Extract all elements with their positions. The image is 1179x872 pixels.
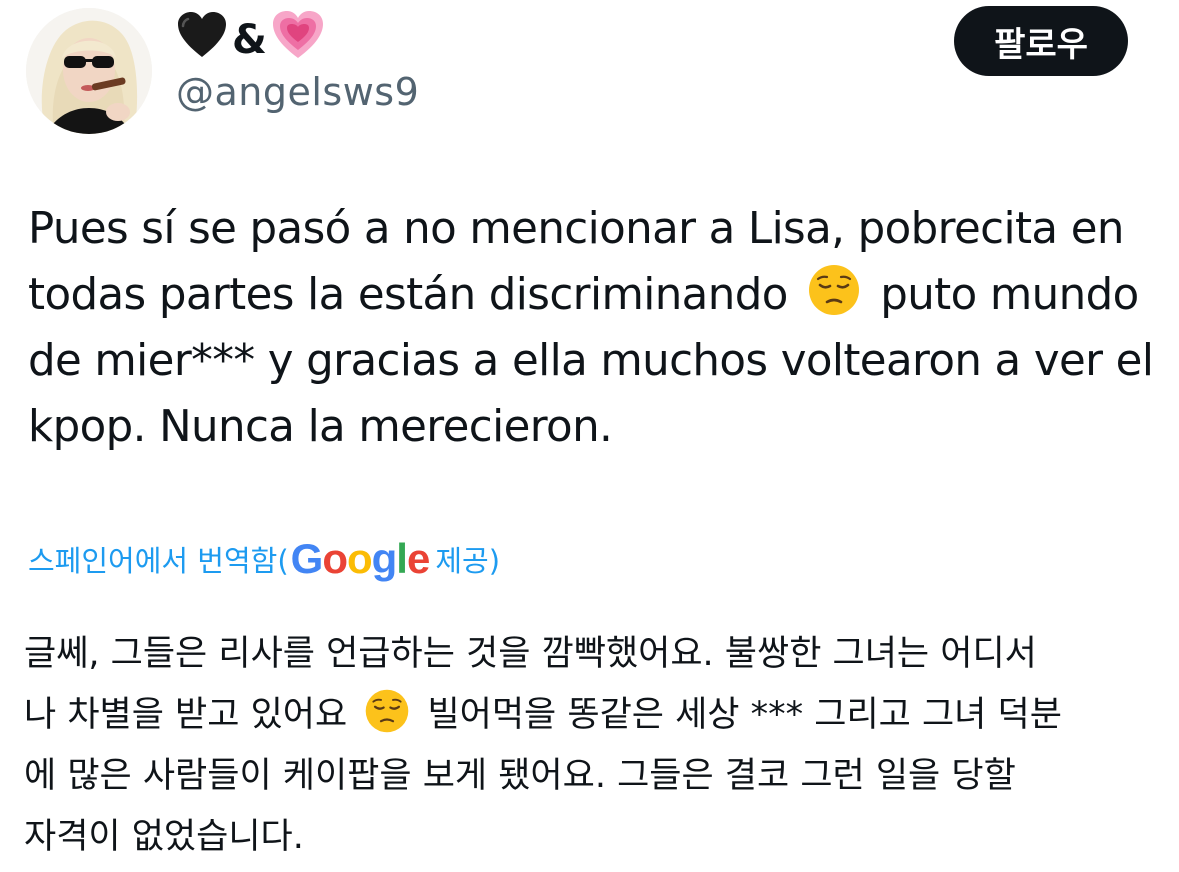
- tweet-line-segment: todas partes la están discriminando: [28, 270, 801, 320]
- translated-from-link[interactable]: 스페인어에서 번역함(: [28, 538, 289, 580]
- pensive-face-icon: [366, 689, 409, 733]
- translated-line: 자격이 없었습니다.: [24, 817, 304, 857]
- tweet-line: Pues sí se pasó a no mencionar a Lisa, p…: [28, 204, 1124, 254]
- tweet-line: todas partes la están discriminando puto…: [28, 262, 1153, 328]
- translation-provider-suffix: 제공): [435, 544, 501, 578]
- translation-attribution: 스페인어에서 번역함( Google 제공): [28, 528, 500, 590]
- tweet-line: de mier*** y gracias a ella muchos volte…: [28, 336, 1154, 386]
- translated-line: 에 많은 사람들이 케이팝을 보게 됐어요. 그들은 결코 그런 일을 당할: [24, 756, 1016, 796]
- pensive-face-icon: [808, 265, 859, 315]
- tweet-header: & @angelsws9 팔로우: [0, 0, 1179, 140]
- follow-button[interactable]: 팔로우: [954, 6, 1128, 76]
- author-handle[interactable]: @angelsws9: [176, 70, 419, 114]
- black-heart-icon: [176, 11, 228, 69]
- display-name-ampersand: &: [232, 17, 267, 63]
- avatar[interactable]: [26, 8, 152, 134]
- tweet-line-segment: puto mundo: [866, 270, 1139, 320]
- google-logo: Google: [290, 535, 431, 582]
- growing-heart-icon: [271, 10, 325, 70]
- translated-text: 글쎄, 그들은 리사를 언급하는 것을 깜빡했어요. 불쌍한 그녀는 어디서 나…: [24, 624, 1154, 868]
- profile-photo-icon: [26, 8, 152, 134]
- translated-line-segment: 빌어먹을 똥같은 세상 *** 그리고 그녀 덕분: [416, 695, 1062, 735]
- tweet-text: Pues sí se pasó a no mencionar a Lisa, p…: [28, 196, 1154, 460]
- translated-line: 나 차별을 받고 있어요 빌어먹을 똥같은 세상 *** 그리고 그녀 덕분: [24, 685, 1154, 746]
- author-display-name[interactable]: &: [176, 10, 325, 70]
- tweet-line: kpop. Nunca la merecieron.: [28, 402, 613, 452]
- translated-line: 글쎄, 그들은 리사를 언급하는 것을 깜빡했어요. 불쌍한 그녀는 어디서: [24, 634, 1037, 674]
- translated-line-segment: 나 차별을 받고 있어요: [24, 695, 359, 735]
